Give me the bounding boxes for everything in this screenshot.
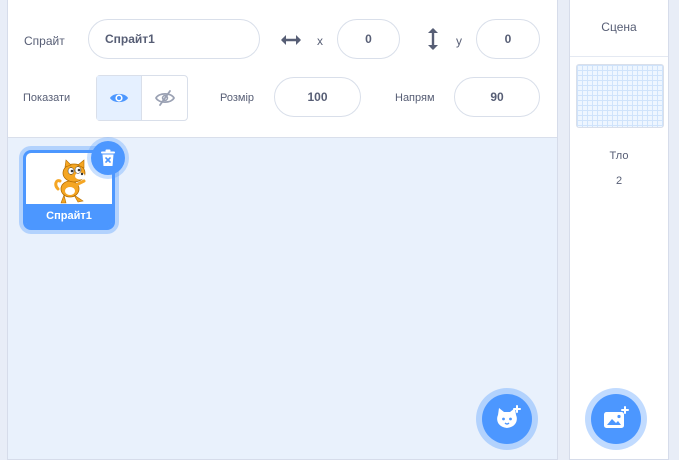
eye-crossed-icon xyxy=(154,90,175,106)
show-label: Показати xyxy=(23,92,71,104)
x-label: x xyxy=(317,34,323,48)
horizontal-arrows-icon xyxy=(281,35,301,45)
y-label: y xyxy=(456,34,462,48)
cat-sprite-thumbnail xyxy=(54,159,86,204)
stage-pane[interactable]: Сцена Тло 2 xyxy=(569,0,669,460)
stage-divider xyxy=(570,56,668,57)
size-label: Розмір xyxy=(220,92,255,104)
size-input[interactable]: 100 xyxy=(274,77,361,117)
visibility-toggle xyxy=(96,75,188,121)
direction-input[interactable]: 90 xyxy=(454,77,540,117)
stage-backdrop-thumbnail[interactable] xyxy=(576,64,664,128)
add-backdrop-button[interactable] xyxy=(591,394,641,444)
direction-label: Напрям xyxy=(395,92,435,104)
show-sprite-button[interactable] xyxy=(97,76,143,120)
sprite-info-panel: Спрайт Спрайт1 x 0 y 0 Показати Розмір 1… xyxy=(8,0,557,138)
backdrops-count: 2 xyxy=(615,175,623,187)
delete-sprite-button[interactable] xyxy=(91,141,125,175)
sprite-tile-name: Спрайт1 xyxy=(26,204,112,227)
x-input[interactable]: 0 xyxy=(337,19,400,59)
y-input[interactable]: 0 xyxy=(476,19,540,59)
stage-title: Сцена xyxy=(601,20,637,34)
sprite-name-input[interactable]: Спрайт1 xyxy=(88,19,260,59)
sprite-pane: Спрайт Спрайт1 x 0 y 0 Показати Розмір 1… xyxy=(7,0,558,460)
sprite-name-label: Спрайт xyxy=(24,34,65,48)
trash-icon xyxy=(101,149,115,166)
add-sprite-icon xyxy=(497,405,521,428)
eye-icon xyxy=(110,93,128,103)
add-backdrop-icon xyxy=(604,406,629,428)
vertical-arrows-icon xyxy=(428,28,438,50)
add-sprite-button[interactable] xyxy=(482,394,532,444)
hide-sprite-button[interactable] xyxy=(142,76,187,120)
backdrops-label: Тло xyxy=(609,150,629,162)
